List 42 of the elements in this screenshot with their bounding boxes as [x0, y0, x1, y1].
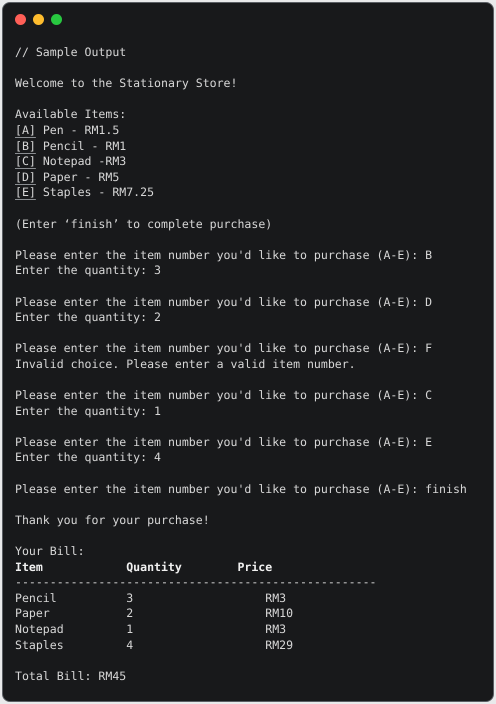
table-cell: RM29: [265, 638, 294, 652]
output-line: Please enter the item number you'd like to purchase (A-E): C: [15, 388, 432, 404]
table-cell: RM10: [265, 606, 294, 620]
output-line: Available Items:: [15, 107, 126, 123]
window-control-button[interactable]: [15, 14, 26, 25]
table-cell: 1: [126, 622, 134, 636]
output-line: Enter the quantity: 4: [15, 450, 161, 466]
dashed-rule: ----------------------------------------------------: [15, 575, 376, 591]
output-line: Thank you for your purchase!: [15, 512, 210, 528]
menu-option: [B] Pencil - RM1: [15, 138, 126, 154]
menu-option: [C] Notepad -RM3: [15, 154, 126, 170]
table-cell: RM3: [265, 590, 286, 605]
column-header: Item: [15, 560, 43, 574]
menu-option: [D] Paper - RM5: [15, 170, 120, 186]
window-control-button[interactable]: [51, 14, 62, 25]
menu-option: [E] Staples - RM7.25: [15, 185, 154, 201]
column-header: Quantity: [126, 560, 182, 574]
table-cell: 3: [126, 590, 134, 605]
output-line: Please enter the item number you'd like to purchase (A-E): finish: [15, 482, 467, 498]
table-cell: RM3: [265, 622, 286, 636]
output-line: Enter the quantity: 3: [15, 263, 161, 279]
table-cell: 4: [126, 638, 134, 652]
output-line: Please enter the item number you'd like to purchase (A-E): D: [15, 294, 432, 310]
output-line: Please enter the item number you'd like to purchase (A-E): F: [15, 341, 432, 357]
code-comment: // Sample Output: [15, 45, 126, 61]
output-line: Please enter the item number you'd like to purchase (A-E): E: [15, 434, 432, 450]
menu-option: [A] Pen - RM1.5: [15, 122, 120, 139]
output-line: Please enter the item number you'd like to purchase (A-E): B: [15, 248, 432, 264]
window-control-button[interactable]: [33, 14, 44, 25]
output-line: Your Bill:: [15, 544, 85, 560]
output-line: Enter the quantity: 2: [15, 310, 161, 326]
total-line: Total Bill: RM45: [15, 668, 126, 684]
table-cell: Pencil: [15, 590, 57, 605]
column-header: Price: [237, 560, 272, 574]
table-cell: Staples: [15, 638, 64, 652]
output-line: Welcome to the Stationary Store!: [15, 76, 238, 92]
table-cell: Notepad: [15, 622, 64, 636]
output-line: (Enter ‘finish’ to complete purchase): [15, 216, 272, 232]
output-line: Invalid choice. Please enter a valid item number.: [15, 356, 356, 372]
table-cell: 2: [126, 606, 134, 620]
output-line: Enter the quantity: 1: [15, 404, 161, 420]
table-cell: Paper: [15, 606, 50, 620]
